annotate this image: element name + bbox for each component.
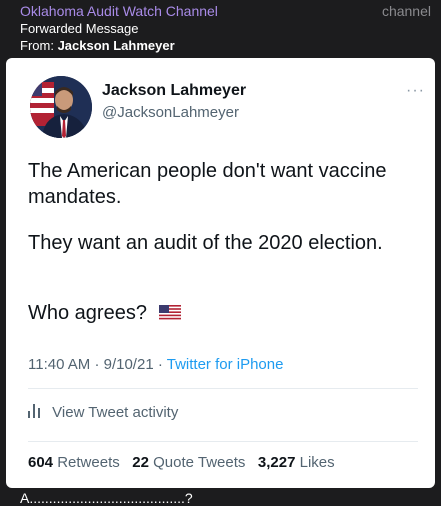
tweet-text-line-1: The American people don't want vaccine m… xyxy=(28,160,387,208)
channel-tag: channel xyxy=(381,3,431,19)
tweet-text-line-3: Who agrees? xyxy=(28,300,418,327)
quotes-label: Quote Tweets xyxy=(153,454,246,471)
more-horizontal-icon[interactable]: ··· xyxy=(406,82,425,100)
tweet-text-question: Who agrees? xyxy=(28,302,147,324)
likes-stat[interactable]: 3,227 Likes xyxy=(258,454,335,471)
tweet-time[interactable]: 11:40 AM xyxy=(28,356,90,373)
retweets-count: 604 xyxy=(28,454,54,471)
tweet-card[interactable]: Jackson Lahmeyer @JacksonLahmeyer ··· Th… xyxy=(6,58,435,488)
tweet-meta: 11:40 AM · 9/10/21 · Twitter for iPhone xyxy=(28,356,283,373)
quotes-count: 22 xyxy=(132,454,149,471)
tweet-text-line-2: They want an audit of the 2020 election. xyxy=(28,232,383,254)
forward-header: Oklahoma Audit Watch Channel channel For… xyxy=(0,0,441,56)
avatar[interactable] xyxy=(30,76,92,138)
view-activity-label: View Tweet activity xyxy=(52,404,179,421)
divider xyxy=(28,388,418,389)
avatar-image xyxy=(30,76,92,138)
channel-name[interactable]: Oklahoma Audit Watch Channel xyxy=(20,3,218,19)
tweet-date[interactable]: 9/10/21 xyxy=(104,356,154,373)
us-flag-icon xyxy=(158,301,181,327)
view-activity-link[interactable]: View Tweet activity xyxy=(28,404,178,422)
message-caption: A.......................................… xyxy=(20,490,193,506)
forwarded-from: From: Jackson Lahmeyer xyxy=(20,38,175,53)
from-label: From: xyxy=(20,38,54,53)
forwarded-label: Forwarded Message xyxy=(20,21,139,36)
retweets-stat[interactable]: 604 Retweets xyxy=(28,454,124,471)
from-name[interactable]: Jackson Lahmeyer xyxy=(58,38,175,53)
meta-separator: · xyxy=(94,356,100,373)
retweets-label: Retweets xyxy=(57,454,120,471)
quotes-stat[interactable]: 22 Quote Tweets xyxy=(132,454,249,471)
divider xyxy=(28,441,418,442)
meta-separator-2: · xyxy=(157,356,163,373)
tweet-stats: 604 Retweets 22 Quote Tweets 3,227 Likes xyxy=(28,454,335,471)
bar-chart-icon xyxy=(28,404,40,422)
likes-count: 3,227 xyxy=(257,454,296,471)
likes-label: Likes xyxy=(299,454,335,471)
author-name[interactable]: Jackson Lahmeyer xyxy=(102,82,246,100)
tweet-source-link[interactable]: Twitter for iPhone xyxy=(167,356,284,373)
author-handle[interactable]: @JacksonLahmeyer xyxy=(102,104,239,121)
